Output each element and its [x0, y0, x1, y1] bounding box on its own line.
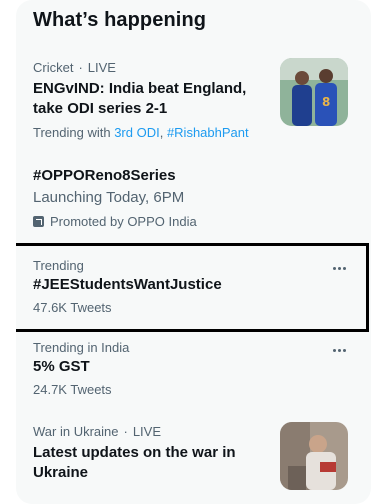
cricket-image: 8: [280, 58, 348, 126]
trending-with: Trending with 3rd ODI, #RishabhPant: [33, 125, 249, 141]
trend-category: Cricket: [33, 60, 74, 75]
trend-link-rishabhpant[interactable]: #RishabhPant: [167, 125, 249, 140]
highlight-box: [16, 243, 369, 332]
trend-item-cricket[interactable]: Cricket · LIVE ENGvIND: India beat Engla…: [16, 58, 371, 148]
trend-meta: Cricket · LIVE: [33, 60, 116, 75]
trend-category: War in Ukraine: [33, 424, 119, 439]
promoted-icon: [33, 216, 44, 227]
trend-link-3rd-odi[interactable]: 3rd ODI: [114, 125, 160, 140]
trend-headline: Latest updates on the war in Ukraine: [33, 444, 236, 481]
trend-headline: #OPPOReno8Series: [33, 167, 176, 184]
cricket-thumbnail[interactable]: 8: [280, 58, 348, 126]
link-separator: ,: [159, 125, 167, 140]
trend-context: Trending in India: [33, 340, 130, 355]
trends-panel: What’s happening Cricket · LIVE ENGvIND:…: [16, 0, 371, 504]
trend-item-ukraine[interactable]: War in Ukraine · LIVE Latest updates on …: [16, 422, 371, 494]
trend-item-promoted[interactable]: #OPPOReno8Series Launching Today, 6PM Pr…: [16, 166, 371, 232]
trend-item-gst[interactable]: Trending in India 5% GST 24.7K Tweets: [16, 338, 371, 400]
ukraine-image: [280, 422, 348, 490]
tweet-count: 24.7K Tweets: [33, 382, 112, 397]
separator: ·: [123, 424, 128, 439]
live-badge: LIVE: [132, 424, 162, 439]
separator: ·: [78, 60, 83, 75]
ukraine-thumbnail[interactable]: [280, 422, 348, 490]
trend-headline: ENGvIND: India beat England, take ODI se…: [33, 80, 247, 117]
more-options-icon[interactable]: [329, 342, 349, 358]
trend-headline: 5% GST: [33, 358, 90, 375]
svg-text:8: 8: [322, 95, 330, 109]
trend-meta: War in Ukraine · LIVE: [33, 424, 161, 439]
live-badge: LIVE: [87, 60, 116, 75]
trending-with-label: Trending with: [33, 125, 111, 140]
section-title: What’s happening: [33, 9, 207, 31]
promo-subtitle: Launching Today, 6PM: [33, 189, 185, 206]
promoted-by: Promoted by OPPO India: [33, 214, 197, 229]
promoted-by-text: Promoted by OPPO India: [50, 214, 197, 229]
